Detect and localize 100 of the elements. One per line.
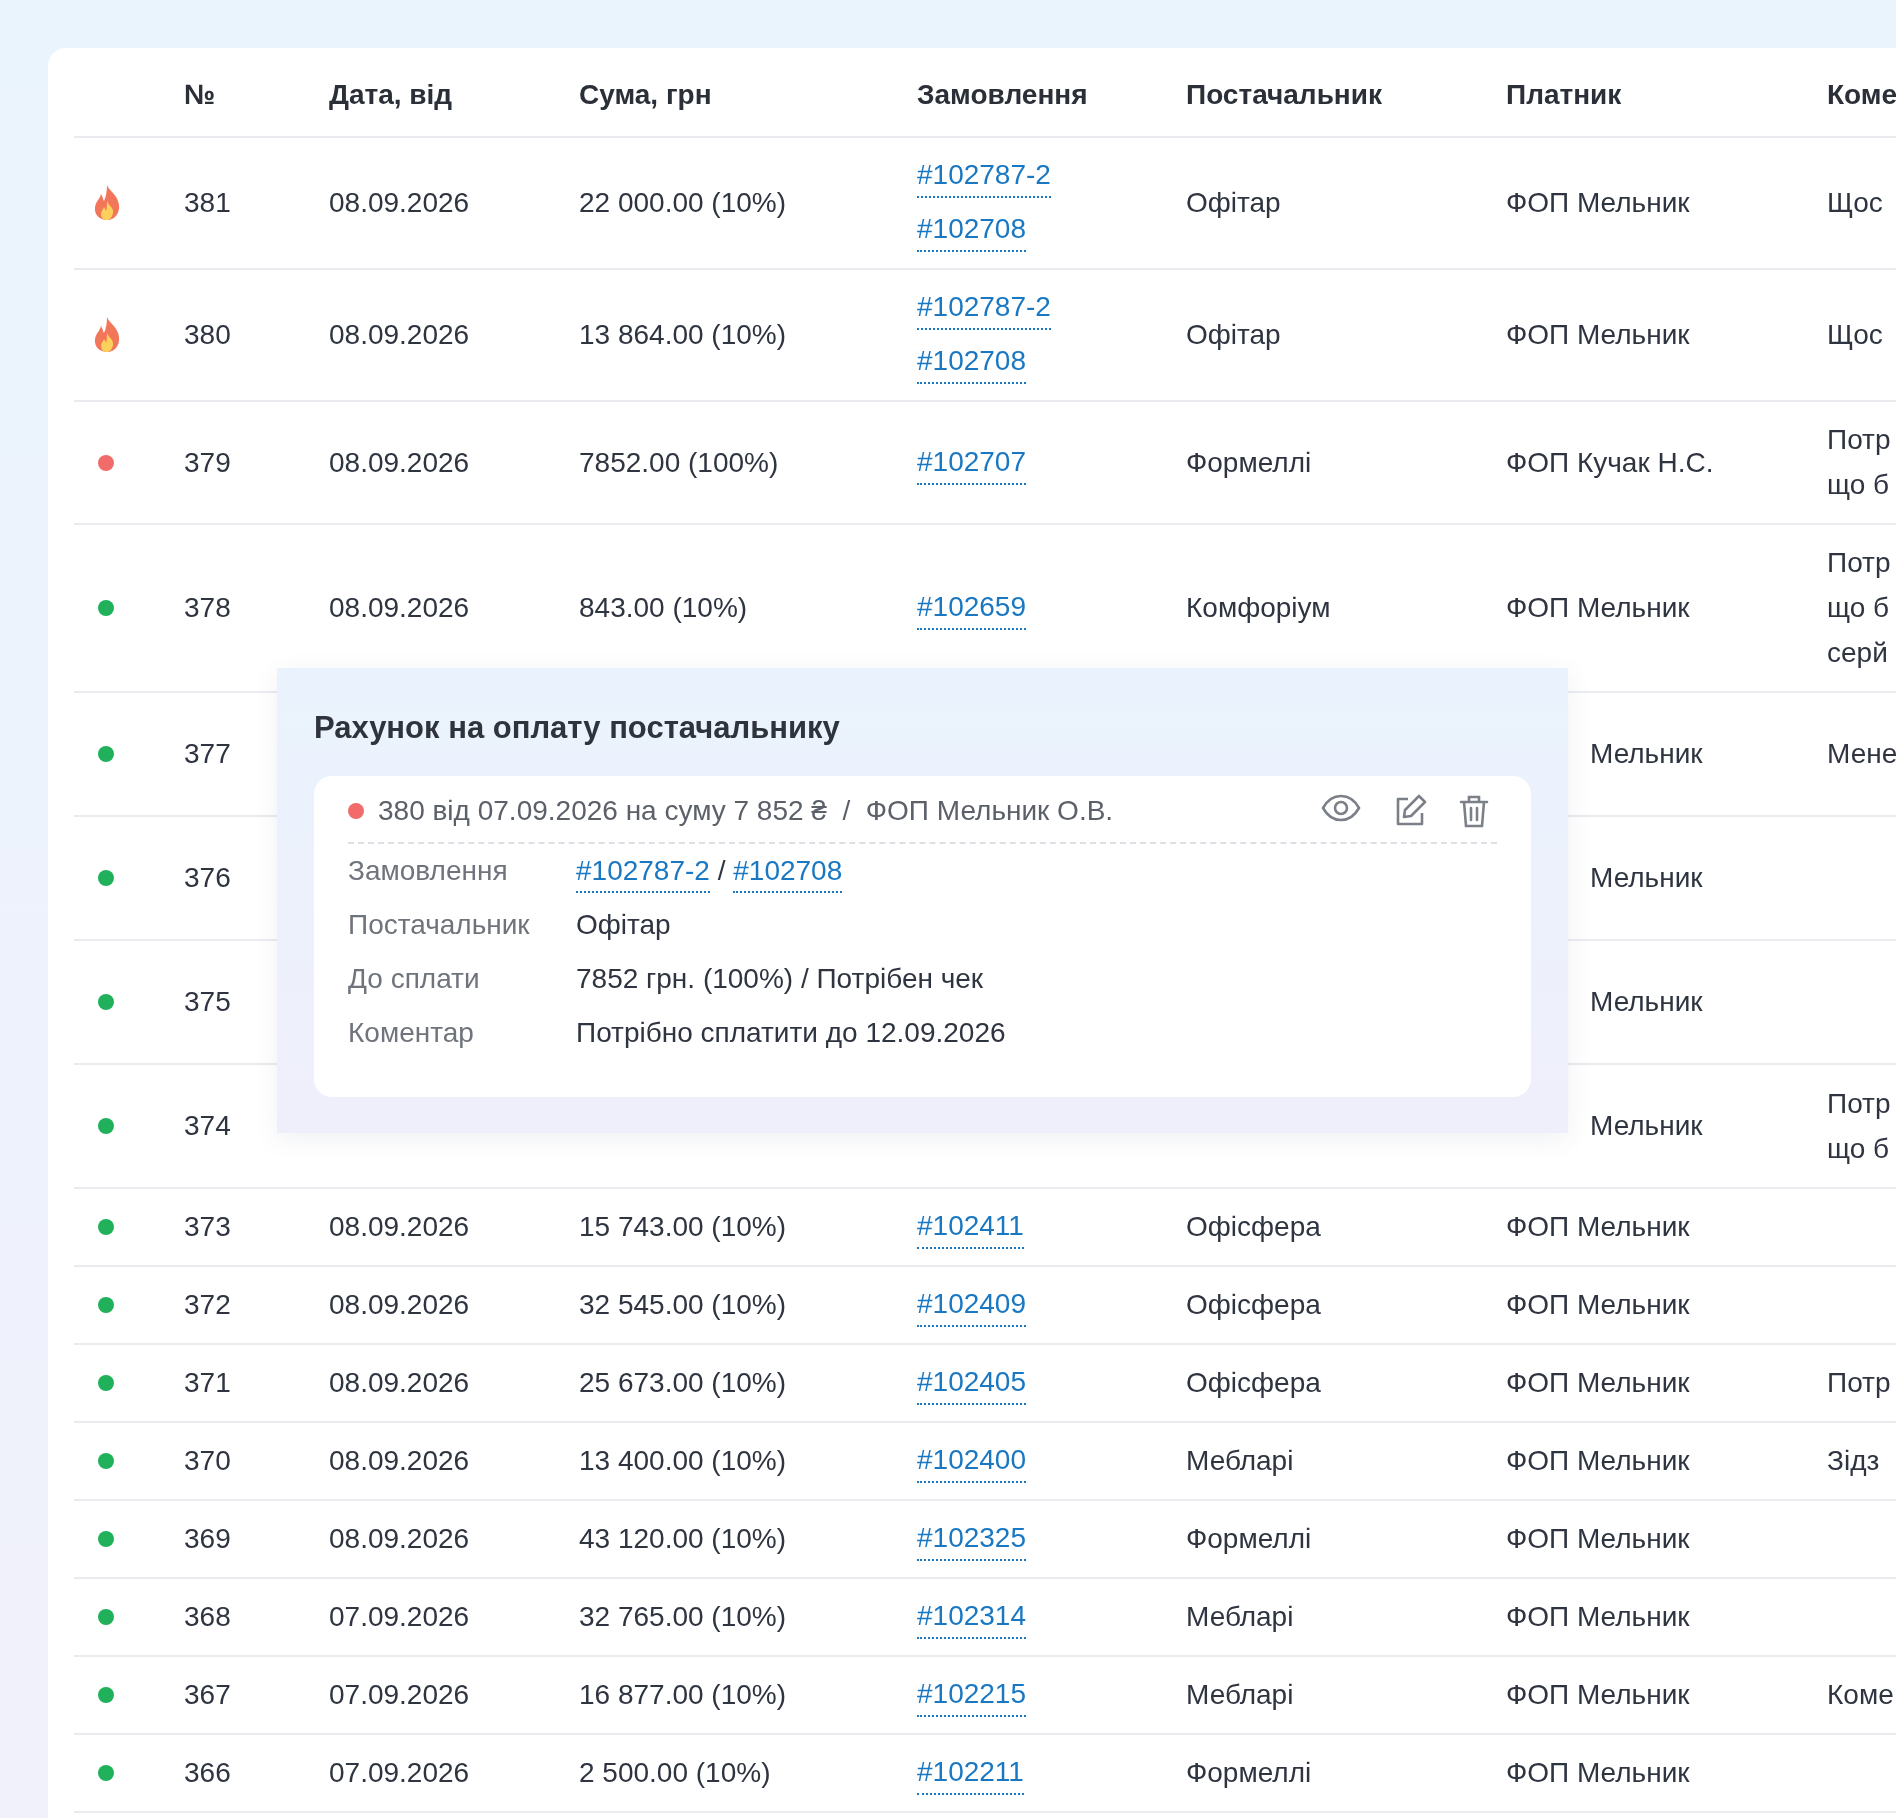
table-cell-text: 843.00 (10%) — [579, 591, 749, 625]
table-cell-text: 08.09.2026 — [329, 1522, 471, 1556]
table-cell-text: 369 — [184, 1522, 232, 1556]
table-cell-text: 368 — [184, 1600, 232, 1634]
table-cell-text: ФОП Мельник — [1506, 1444, 1691, 1478]
table-cell-text: 371 — [184, 1366, 232, 1400]
table-cell-text: Мебларі — [1186, 1600, 1295, 1634]
comment-line: що б — [1827, 591, 1891, 625]
table-cell-text: 08.09.2026 — [329, 1288, 471, 1322]
table-cell-text: Формеллі — [1186, 445, 1313, 480]
table-cell-text: Офісфера — [1186, 1366, 1322, 1400]
table-cell-text: ФОП Мельник — [1506, 318, 1691, 352]
table-cell-text: Офісфера — [1186, 1210, 1322, 1244]
table-cell-text: 367 — [184, 1678, 232, 1712]
column-header: Коме — [1827, 78, 1896, 111]
comment-line: Потр — [1827, 1366, 1892, 1400]
column-header: Платник — [1506, 78, 1623, 111]
order-link[interactable]: #102215 — [917, 1673, 1026, 1717]
order-link[interactable]: #102211 — [917, 1751, 1024, 1795]
eye-icon[interactable] — [1321, 794, 1361, 822]
field-value: Потрібно сплатити до 12.09.2026 — [576, 1016, 1007, 1050]
table-cell-text: 380 — [184, 318, 232, 352]
table-cell-text: 13 400.00 (10%) — [579, 1444, 788, 1478]
table-cell-text: 13 864.00 (10%) — [579, 318, 788, 352]
popup-title: Рахунок на оплату постачальнику — [314, 709, 841, 747]
table-cell-text: 381 — [184, 186, 232, 220]
table-cell-text: Формеллі — [1186, 1756, 1313, 1790]
column-header: Дата, від — [329, 78, 454, 111]
order-link[interactable]: #102409 — [917, 1283, 1026, 1327]
table-cell-text: 07.09.2026 — [329, 1600, 471, 1634]
table-cell-text: ФОП Мельник — [1506, 1600, 1691, 1634]
order-link[interactable]: #102400 — [917, 1439, 1026, 1483]
table-cell-text: 7852.00 (100%) — [579, 445, 780, 480]
table-cell-text: 16 877.00 (10%) — [579, 1678, 788, 1712]
field-label: Коментар — [348, 1016, 475, 1050]
fire-icon — [94, 185, 120, 221]
column-header: № — [184, 78, 217, 111]
order-link[interactable]: #102325 — [917, 1517, 1026, 1561]
table-cell-text: 07.09.2026 — [329, 1756, 471, 1790]
order-link[interactable]: #102787-2 — [917, 286, 1051, 330]
order-link[interactable]: #102708 — [917, 208, 1026, 252]
table-cell-text: ФОП Мельник — [1506, 1756, 1691, 1790]
table-cell-text: 377 — [184, 737, 232, 771]
field-value: Офітар — [576, 908, 672, 942]
table-cell-text: Мельник — [1590, 861, 1704, 895]
order-link[interactable]: #102659 — [917, 586, 1026, 630]
table-cell-text: 08.09.2026 — [329, 445, 471, 480]
table-cell-text: 08.09.2026 — [329, 1366, 471, 1400]
table-cell-text: Мебларі — [1186, 1444, 1295, 1478]
table-cell-text: 375 — [184, 985, 232, 1019]
table-cell-text: 07.09.2026 — [329, 1678, 471, 1712]
table-cell-text: Мельник — [1590, 1109, 1704, 1143]
comment-line: що б — [1827, 1131, 1891, 1166]
order-link[interactable]: #102787-2 — [576, 851, 710, 893]
comment-line: що б — [1827, 468, 1891, 502]
separator: / — [717, 855, 726, 886]
table-cell-text: Формеллі — [1186, 1522, 1313, 1556]
comment-line: Коме — [1827, 1678, 1895, 1712]
invoice-summary: 380 від 07.09.2026 на суму 7 852 ₴ / ФОП Мельник О.В. — [378, 795, 1115, 827]
comment-line: Потр — [1827, 423, 1892, 457]
table-cell-text: Офітар — [1186, 318, 1282, 352]
table-cell-text: ФОП Кучак Н.С. — [1506, 445, 1715, 480]
comment-line: Потр — [1827, 1086, 1892, 1121]
order-link[interactable]: #102708 — [917, 340, 1026, 384]
table-cell-text: 08.09.2026 — [329, 318, 471, 352]
table-cell-text: ФОП Мельник — [1506, 1210, 1691, 1244]
table-cell-text: Мельник — [1590, 985, 1704, 1019]
comment-line: Зідз — [1827, 1444, 1881, 1478]
table-cell-text: 15 743.00 (10%) — [579, 1210, 788, 1244]
table-cell-text: 379 — [184, 445, 232, 480]
table-cell-text: Комфоріум — [1186, 591, 1332, 625]
order-link[interactable]: #102708 — [733, 851, 843, 893]
column-header: Постачальник — [1186, 78, 1383, 111]
table-cell-text: 374 — [184, 1109, 232, 1143]
table-cell-text: 32 545.00 (10%) — [579, 1288, 788, 1322]
column-header: Сума, грн — [579, 78, 713, 111]
order-link[interactable]: #102707 — [917, 440, 1026, 485]
order-link[interactable]: #102314 — [917, 1595, 1026, 1639]
table-cell-text: Офісфера — [1186, 1288, 1322, 1322]
table-cell-text: Офітар — [1186, 186, 1282, 220]
table-cell-text: Мельник — [1590, 737, 1704, 771]
order-link[interactable]: #102787-2 — [917, 154, 1051, 198]
table-cell-text: 378 — [184, 591, 232, 625]
table-cell-text: 25 673.00 (10%) — [579, 1366, 788, 1400]
table-cell-text: 366 — [184, 1756, 232, 1790]
trash-icon[interactable] — [1459, 794, 1489, 828]
order-link[interactable]: #102405 — [917, 1361, 1026, 1405]
table-cell-text: 376 — [184, 861, 232, 895]
table-cell-text: ФОП Мельник — [1506, 186, 1691, 220]
table-cell-text: 08.09.2026 — [329, 1210, 471, 1244]
table-cell-text: Мебларі — [1186, 1678, 1295, 1712]
table-cell-text: 22 000.00 (10%) — [579, 186, 788, 220]
table-cell-text: 43 120.00 (10%) — [579, 1522, 788, 1556]
order-link[interactable]: #102411 — [917, 1205, 1024, 1249]
comment-line: Потр — [1827, 546, 1892, 580]
table-cell-text: ФОП Мельник — [1506, 1522, 1691, 1556]
table-cell-text: 372 — [184, 1288, 232, 1322]
comment-line: Мене — [1827, 737, 1896, 771]
table-cell-text: 373 — [184, 1210, 232, 1244]
comment-line: Щос — [1827, 186, 1884, 220]
